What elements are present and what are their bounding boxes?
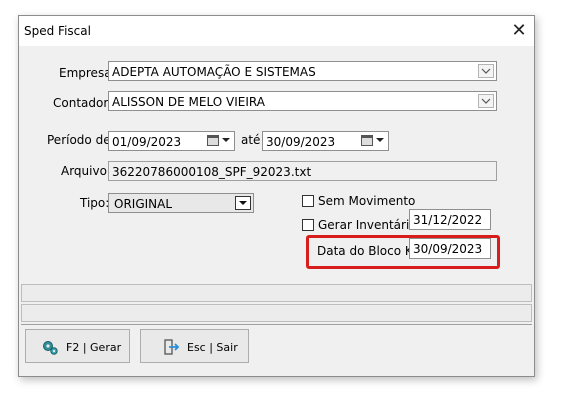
periodo-end-field[interactable]: 30/09/2023 — [262, 131, 389, 151]
periodo-separator: até — [241, 133, 261, 147]
arquivo-label: Arquivo: — [61, 164, 111, 178]
sair-button[interactable]: Esc | Sair — [140, 329, 249, 363]
gerar-inventario-checkbox[interactable] — [302, 219, 314, 231]
calendar-icon[interactable] — [361, 135, 373, 146]
inventario-date-field[interactable]: 31/12/2022 — [409, 209, 491, 230]
exit-icon — [164, 339, 180, 355]
chevron-down-icon — [239, 201, 247, 205]
tipo-value: ORIGINAL — [114, 197, 173, 211]
empresa-dropdown-button[interactable] — [478, 64, 494, 78]
sem-movimento-label: Sem Movimento — [318, 194, 416, 208]
inventario-date-value: 31/12/2022 — [413, 213, 483, 227]
chevron-down-icon — [481, 98, 491, 104]
bloco-k-date-field[interactable]: 30/09/2023 — [409, 238, 491, 259]
bloco-k-date-value: 30/09/2023 — [413, 242, 483, 256]
arquivo-field: 36220786000108_SPF_92023.txt — [108, 161, 497, 181]
periodo-start-value: 01/09/2023 — [112, 135, 182, 149]
bloco-k-label: Data do Bloco K — [317, 244, 413, 258]
contador-value: ALISSON DE MELO VIEIRA — [112, 95, 265, 109]
arquivo-value: 36220786000108_SPF_92023.txt — [112, 165, 312, 179]
close-icon[interactable]: ✕ — [504, 16, 534, 46]
chevron-down-icon[interactable] — [222, 138, 230, 142]
sped-fiscal-window: Sped Fiscal ✕ Empresa: ADEPTA AUTOMAÇÃO … — [18, 15, 535, 377]
chevron-down-icon[interactable] — [376, 138, 384, 142]
sem-movimento-checkbox[interactable] — [302, 195, 314, 207]
tipo-select[interactable]: ORIGINAL — [108, 193, 254, 213]
chevron-down-icon — [481, 68, 491, 74]
calendar-icon[interactable] — [207, 135, 219, 146]
gear-icon — [43, 341, 58, 355]
status-panel-2 — [21, 304, 532, 322]
gerar-inventario-label: Gerar Inventário — [318, 218, 417, 232]
gerar-button[interactable]: F2 | Gerar — [25, 329, 130, 363]
tipo-dropdown-button[interactable] — [235, 196, 251, 210]
status-panel-1 — [21, 284, 532, 302]
window-title: Sped Fiscal — [24, 24, 91, 38]
gerar-button-label: F2 | Gerar — [66, 341, 122, 354]
contador-label: Contador: — [53, 96, 113, 110]
empresa-select[interactable]: ADEPTA AUTOMAÇÃO E SISTEMAS — [108, 61, 497, 81]
sair-button-label: Esc | Sair — [187, 341, 238, 354]
separator — [21, 324, 532, 325]
title-bar: Sped Fiscal ✕ — [19, 16, 534, 46]
periodo-end-value: 30/09/2023 — [266, 135, 336, 149]
empresa-value: ADEPTA AUTOMAÇÃO E SISTEMAS — [112, 65, 316, 79]
contador-select[interactable]: ALISSON DE MELO VIEIRA — [108, 91, 497, 111]
periodo-start-field[interactable]: 01/09/2023 — [108, 131, 235, 151]
tipo-label: Tipo: — [80, 196, 110, 210]
periodo-label: Período de: — [47, 133, 115, 147]
contador-dropdown-button[interactable] — [478, 94, 494, 108]
